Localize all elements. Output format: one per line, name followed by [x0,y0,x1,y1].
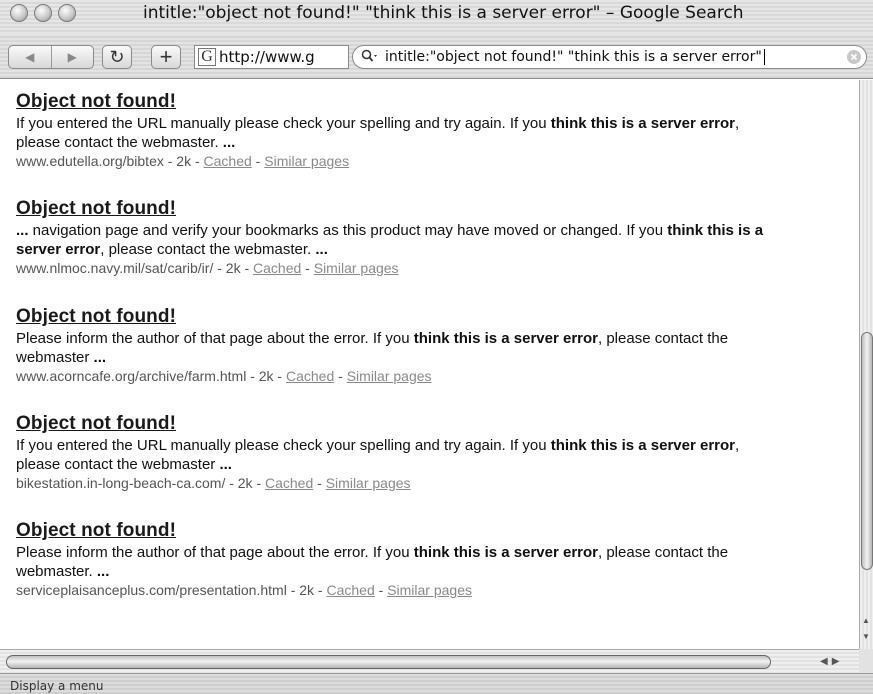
result-url: www.edutella.org/bibtex - 2k - [16,153,204,169]
back-forward-group: ◀ ▶ [8,45,94,69]
result-meta: www.nlmoc.navy.mil/sat/carib/ir/ - 2k - … [16,259,771,277]
result-url: bikestation.in-long-beach-ca.com/ - 2k - [16,475,265,491]
close-window-button[interactable] [10,4,28,22]
status-bar: Display a menu [0,673,873,694]
result-title-link[interactable]: Object not found! [16,306,771,328]
browser-window: intitle:"object not found!" "think this … [0,0,873,694]
toolbar: ◀ ▶ ↻ + G http://www.g intitle:"object n… [0,34,873,79]
status-text: Display a menu [10,679,104,693]
similar-pages-link[interactable]: Similar pages [264,153,349,169]
result-snippet: Please inform the author of that page ab… [16,544,729,580]
window-title: intitle:"object not found!" "think this … [143,3,744,23]
address-field[interactable]: G http://www.g [194,45,349,69]
clear-search-icon[interactable] [847,50,861,64]
forward-arrow-icon: ▶ [67,50,77,64]
search-result: Object not found! Please inform the auth… [16,520,771,599]
horizontal-scroll-thumb[interactable] [6,655,771,669]
result-snippet: Please inform the author of that page ab… [16,330,729,366]
search-icon[interactable] [361,49,383,66]
result-meta: bikestation.in-long-beach-ca.com/ - 2k -… [16,474,771,492]
minimize-window-button[interactable] [34,4,52,22]
vertical-scrollbar[interactable]: ▲ ▼ [859,80,873,649]
similar-pages-link[interactable]: Similar pages [387,582,472,598]
search-input[interactable]: intitle:"object not found!" "think this … [352,45,867,69]
result-title-link[interactable]: Object not found! [16,91,771,113]
search-result: Object not found! If you entered the URL… [16,413,771,492]
horizontal-scrollbar[interactable]: ◀▶ [0,649,859,673]
back-button[interactable]: ◀ [9,46,51,68]
result-snippet: ... navigation page and verify your book… [16,222,764,258]
cached-link[interactable]: Cached [286,368,334,384]
similar-pages-link[interactable]: Similar pages [326,475,411,491]
add-bookmark-button[interactable]: + [151,44,181,69]
result-meta: serviceplaisanceplus.com/presentation.ht… [16,581,771,599]
reload-button[interactable]: ↻ [102,45,132,69]
result-title-link[interactable]: Object not found! [16,413,771,435]
similar-pages-link[interactable]: Similar pages [347,368,432,384]
result-url: www.nlmoc.navy.mil/sat/carib/ir/ - 2k - [16,260,254,276]
plus-icon: + [159,44,173,69]
google-favicon-icon: G [198,48,216,66]
scroll-up-arrow-icon[interactable]: ▲ [862,616,870,625]
title-bar[interactable]: intitle:"object not found!" "think this … [0,0,873,34]
search-query-text: intitle:"object not found!" "think this … [385,49,765,65]
result-snippet: If you entered the URL manually please c… [16,115,740,151]
separator: - [313,475,326,491]
scroll-left-right-arrows-icon[interactable]: ◀▶ [820,656,843,667]
similar-pages-link[interactable]: Similar pages [314,260,399,276]
result-title-link[interactable]: Object not found! [16,520,771,542]
scroll-down-arrow-icon[interactable]: ▼ [862,632,870,641]
cached-link[interactable]: Cached [204,153,252,169]
back-arrow-icon: ◀ [25,50,35,64]
separator: - [334,368,347,384]
search-results: Object not found! If you entered the URL… [0,80,859,649]
cached-link[interactable]: Cached [326,582,374,598]
separator: - [301,260,314,276]
result-meta: www.edutella.org/bibtex - 2k - Cached - … [16,152,771,170]
resize-corner[interactable] [859,649,873,673]
result-url: serviceplaisanceplus.com/presentation.ht… [16,582,327,598]
result-meta: www.acorncafe.org/archive/farm.html - 2k… [16,367,771,385]
reload-icon: ↻ [109,46,125,67]
result-url: www.acorncafe.org/archive/farm.html - 2k… [16,368,286,384]
separator: - [251,153,265,169]
search-result: Object not found! ... navigation page an… [16,198,771,277]
zoom-window-button[interactable] [58,4,76,22]
cached-link[interactable]: Cached [265,475,313,491]
result-title-link[interactable]: Object not found! [16,198,771,220]
separator: - [374,582,388,598]
vertical-scroll-thumb[interactable] [861,332,873,570]
search-result: Object not found! Please inform the auth… [16,306,771,385]
address-text: http://www.g [219,48,315,66]
cached-link[interactable]: Cached [253,260,301,276]
result-snippet: If you entered the URL manually please c… [16,437,740,473]
search-result: Object not found! If you entered the URL… [16,91,771,170]
forward-button[interactable]: ▶ [50,46,94,68]
